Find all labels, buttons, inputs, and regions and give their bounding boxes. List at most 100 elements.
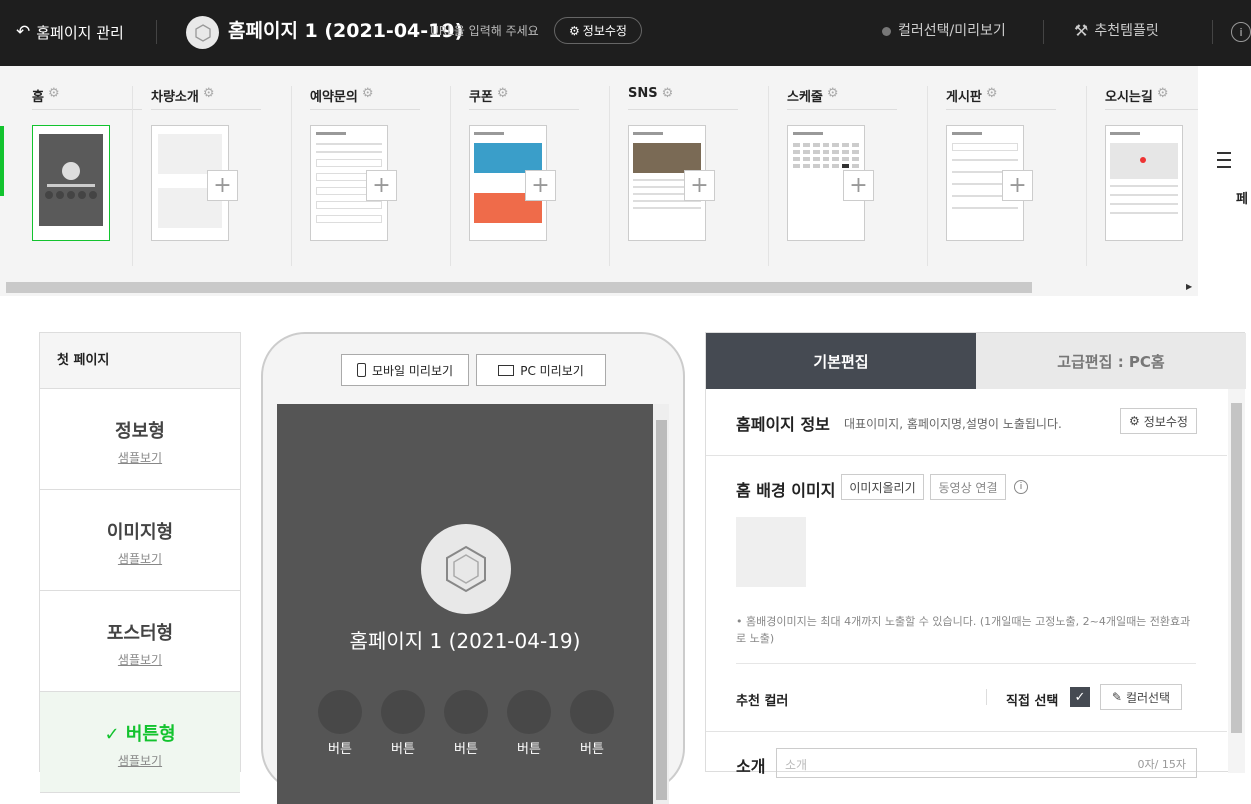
divider: [736, 663, 1196, 664]
info-edit-button[interactable]: ⚙ 정보수정: [1120, 408, 1197, 434]
pc-preview-button[interactable]: PC 미리보기: [476, 354, 606, 386]
eyedropper-icon: ✎: [1111, 690, 1122, 704]
gear-icon[interactable]: ⚙: [497, 86, 509, 101]
page-label: 오시는길: [1105, 90, 1153, 105]
direct-select-checkbox[interactable]: ✓: [1070, 687, 1090, 707]
page-tab-header: 차량소개 ⚙: [151, 86, 261, 110]
add-page-panel[interactable]: 페: [1198, 66, 1251, 296]
button-label: 버튼: [454, 742, 478, 757]
direct-select-label: 직접 선택: [1006, 694, 1059, 709]
divider: [1043, 20, 1044, 44]
gear-icon[interactable]: ⚙: [1157, 86, 1169, 101]
button-label: 버튼: [517, 742, 541, 757]
info-edit-button[interactable]: ⚙ 정보수정: [554, 17, 642, 44]
page-label: 예약문의: [310, 90, 358, 105]
page-card-reservation[interactable]: 예약문의 ⚙ +: [278, 66, 437, 266]
gear-icon[interactable]: ⚙: [48, 86, 60, 101]
add-page-button[interactable]: +: [1002, 170, 1033, 201]
thumbnail-preview: [39, 134, 103, 226]
sample-link[interactable]: 샘플보기: [40, 449, 240, 466]
type-name: 정보형: [115, 421, 165, 442]
page-card-sns[interactable]: SNS ⚙ +: [596, 66, 755, 266]
bg-image-slot[interactable]: [736, 517, 806, 587]
horizontal-scrollbar[interactable]: [6, 282, 1032, 293]
first-page-header: 첫 페이지: [40, 333, 240, 389]
preview-site-title: 홈페이지 1 (2021-04-19): [349, 629, 581, 653]
page-label: 쿠폰: [469, 90, 493, 105]
tab-advanced-edit[interactable]: 고급편집 : PC홈: [976, 333, 1246, 389]
page-card-board[interactable]: 게시판 ⚙ +: [914, 66, 1073, 266]
gear-icon[interactable]: ⚙: [986, 86, 998, 101]
color-preview-button[interactable]: 컬러선택/미리보기: [882, 20, 1006, 42]
back-to-management-button[interactable]: ↶ 홈페이지 관리: [16, 20, 124, 44]
sample-link[interactable]: 샘플보기: [40, 752, 240, 769]
divider: [927, 86, 928, 266]
mobile-icon: [356, 363, 366, 377]
preview-screen: 홈페이지 1 (2021-04-19) 버튼 버튼 버튼 버튼 버튼: [277, 404, 669, 804]
info-icon[interactable]: i: [1014, 480, 1028, 494]
preview-circle-button[interactable]: 버튼: [381, 690, 425, 757]
sample-link[interactable]: 샘플보기: [40, 651, 240, 668]
monitor-icon: [498, 364, 515, 376]
divider: [450, 86, 451, 266]
type-option-image[interactable]: 이미지형 샘플보기: [40, 490, 240, 591]
page-card-vehicles[interactable]: 차량소개 ⚙ +: [119, 66, 278, 266]
page-label: 게시판: [946, 90, 982, 105]
page-tab-header: 스케줄 ⚙: [787, 86, 897, 110]
gear-icon[interactable]: ⚙: [827, 86, 839, 101]
intro-label: 소개: [736, 757, 766, 776]
recommended-template-button[interactable]: ⚒ 추천템플릿: [1074, 20, 1159, 42]
tab-basic-edit[interactable]: 기본편집: [706, 333, 976, 389]
type-option-button[interactable]: ✓ 버튼형 샘플보기: [40, 692, 240, 793]
gear-icon[interactable]: ⚙: [362, 86, 374, 101]
url-input[interactable]: URL을 입력해 주세요: [430, 22, 539, 40]
page-thumbnail[interactable]: [32, 125, 110, 241]
type-option-info[interactable]: 정보형 샘플보기: [40, 389, 240, 490]
type-option-poster[interactable]: 포스터형 샘플보기: [40, 591, 240, 692]
mobile-preview-button[interactable]: 모바일 미리보기: [341, 354, 469, 386]
page-card-coupon[interactable]: 쿠폰 ⚙ +: [437, 66, 596, 266]
scrollbar-thumb[interactable]: [1231, 403, 1242, 733]
page-tab-header: SNS ⚙: [628, 86, 738, 110]
info-edit-label: 정보수정: [1143, 414, 1188, 429]
add-page-button[interactable]: +: [366, 170, 397, 201]
page-card-schedule[interactable]: 스케줄 ⚙ +: [755, 66, 914, 266]
scrollbar-thumb[interactable]: [656, 420, 667, 800]
gear-icon[interactable]: ⚙: [203, 86, 215, 101]
divider: [132, 86, 133, 266]
preview-circle-button[interactable]: 버튼: [444, 690, 488, 757]
upload-image-button[interactable]: 이미지올리기: [841, 474, 924, 500]
type-name: 버튼형: [125, 724, 176, 745]
site-info-title: 홈페이지 정보: [736, 415, 830, 434]
info-icon[interactable]: i: [1231, 22, 1251, 42]
color-select-button[interactable]: ✎ 컬러선택: [1100, 684, 1182, 710]
divider: [706, 455, 1227, 456]
first-page-type-list: 첫 페이지 정보형 샘플보기 이미지형 샘플보기 포스터형 샘플보기 ✓ 버튼형…: [39, 332, 241, 793]
add-page-button[interactable]: +: [525, 170, 556, 201]
video-link-button[interactable]: 동영상 연결: [930, 474, 1006, 500]
page-thumbnail[interactable]: [1105, 125, 1183, 241]
mobile-preview-label: 모바일 미리보기: [371, 363, 454, 378]
preview-circle-button[interactable]: 버튼: [318, 690, 362, 757]
color-preview-label: 컬러선택/미리보기: [898, 23, 1006, 39]
undo-arrow-icon: ↶: [16, 21, 31, 42]
button-label: 버튼: [328, 742, 352, 757]
intro-input[interactable]: 소개 0자/ 15자: [776, 748, 1197, 778]
gear-icon: ⚙: [1129, 414, 1140, 428]
bg-note-text: 홈배경이미지는 최대 4개까지 노출할 수 있습니다. (1개일때는 고정노출,…: [736, 615, 1191, 645]
add-page-button[interactable]: +: [684, 170, 715, 201]
preview-circle-button[interactable]: 버튼: [507, 690, 551, 757]
divider: [609, 86, 610, 266]
sample-link[interactable]: 샘플보기: [40, 550, 240, 567]
scroll-right-arrow-icon[interactable]: ▶: [1186, 282, 1192, 291]
gear-icon[interactable]: ⚙: [662, 86, 674, 101]
divider: [706, 731, 1227, 732]
dot-icon: [882, 26, 891, 36]
divider: [291, 86, 292, 266]
add-page-button[interactable]: +: [843, 170, 874, 201]
add-page-button[interactable]: +: [207, 170, 238, 201]
intro-placeholder: 소개: [785, 758, 808, 772]
preview-circle-button[interactable]: 버튼: [570, 690, 614, 757]
top-bar: ↶ 홈페이지 관리 홈페이지 1 (2021-04-19) URL을 입력해 주…: [0, 0, 1251, 66]
magic-wand-icon: ⚒: [1074, 21, 1089, 40]
